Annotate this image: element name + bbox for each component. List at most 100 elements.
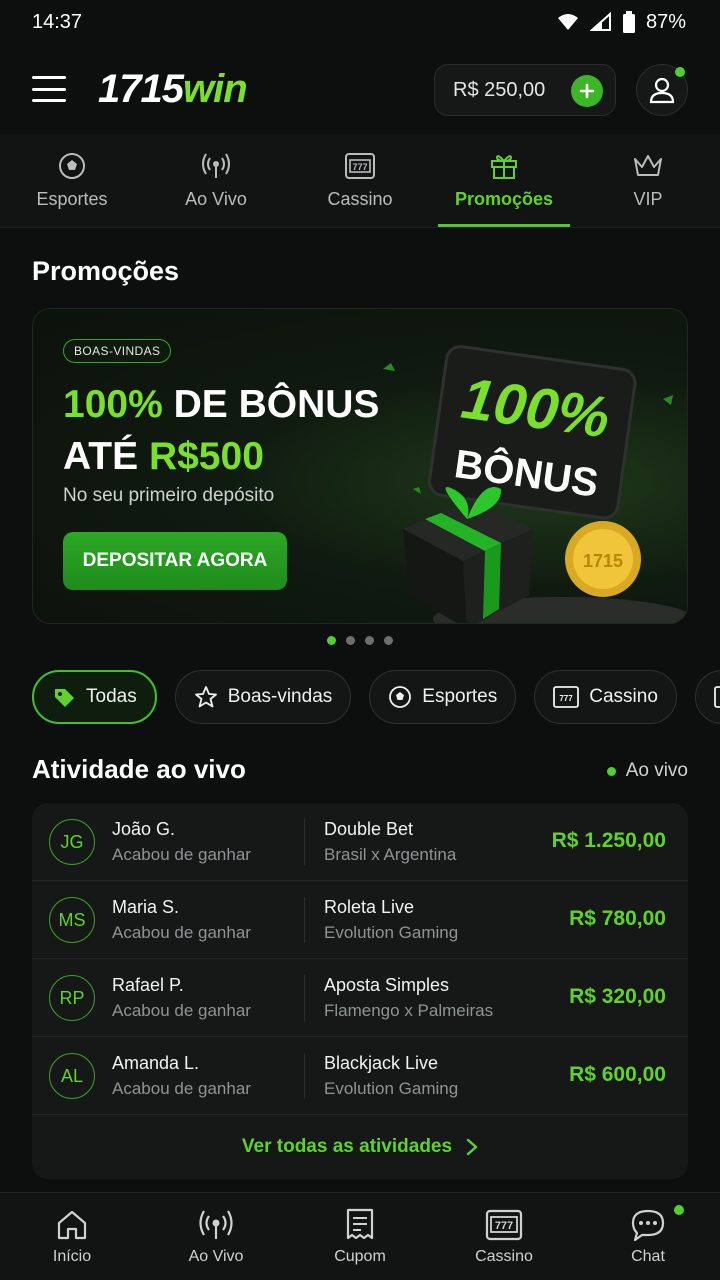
broadcast-icon [199, 1209, 233, 1239]
tab-label: Promoções [454, 189, 554, 209]
tab-label: Ao Vivo [185, 189, 247, 209]
bonus-gift-illustration: 100% BÔNUS 1715 [383, 345, 687, 623]
win-amount: R$ 320,00 [569, 985, 666, 1008]
tab-label: Esportes [36, 189, 108, 209]
nav-label: Chat [631, 1247, 665, 1265]
chip-cassino[interactable]: 777 Cassino [534, 670, 677, 724]
winner-name: João G. [112, 819, 176, 839]
broadcast-icon [202, 153, 230, 178]
nav-label: Cupom [334, 1247, 386, 1265]
activity-row[interactable]: MS Maria S. Acabou de ganhar Roleta Live… [32, 881, 688, 959]
chip-esportes[interactable]: Esportes [369, 670, 517, 724]
headline-ate: ATÉ [63, 435, 149, 478]
status-icons: 87% [556, 11, 686, 34]
battery-icon [622, 11, 635, 33]
tab-promocoes[interactable]: Promoções [432, 134, 576, 227]
nav-cupom[interactable]: Cupom [288, 1193, 432, 1280]
balance-pill[interactable]: R$ 250,00 [434, 64, 616, 116]
activity-row[interactable]: AL Amanda L. Acabou de ganhar Blackjack … [32, 1037, 688, 1115]
win-amount: R$ 600,00 [569, 1063, 666, 1086]
chip-label: Cassino [589, 686, 658, 707]
nav-cassino[interactable]: 777 Cassino [432, 1193, 576, 1280]
soccer-ball-icon [389, 686, 412, 708]
plus-icon [579, 83, 595, 99]
slot-machine-icon [714, 686, 720, 708]
nav-inicio[interactable]: Início [0, 1193, 144, 1280]
activity-title: Atividade ao vivo [32, 754, 246, 784]
activity-row[interactable]: RP Rafael P. Acabou de ganhar Aposta Sim… [32, 959, 688, 1037]
profile-button[interactable] [636, 64, 688, 116]
crown-icon [634, 155, 662, 176]
live-label: Ao vivo [625, 760, 688, 781]
winner-name: Rafael P. [112, 975, 184, 995]
divider [304, 1053, 305, 1099]
nav-label: Início [52, 1247, 92, 1265]
svg-text:777: 777 [352, 162, 367, 172]
balance-amount: R$ 250,00 [453, 78, 546, 101]
star-icon [194, 686, 217, 708]
game-detail: Brasil x Argentina [324, 845, 457, 864]
avatar: RP [49, 975, 95, 1021]
battery-level: 87% [645, 10, 686, 33]
win-amount: R$ 780,00 [569, 907, 666, 930]
divider [304, 819, 305, 865]
slot-machine-icon: 777 [485, 1209, 523, 1240]
winner-action: Acabou de ganhar [112, 1079, 251, 1098]
activity-row[interactable]: JG João G. Acabou de ganhar Double Bet B… [32, 803, 688, 881]
app-header: 1715win R$ 250,00 [0, 44, 720, 134]
slot-machine-icon: 777 [345, 153, 375, 179]
tab-label: Cassino [327, 189, 393, 209]
see-all-label: Ver todas as atividades [241, 1136, 453, 1157]
tab-esportes[interactable]: Esportes [0, 134, 144, 227]
game-name: Blackjack Live [324, 1053, 439, 1073]
winner-action: Acabou de ganhar [112, 923, 251, 942]
chevron-right-icon [466, 1138, 478, 1156]
carousel-dot[interactable] [327, 636, 336, 645]
chip-more[interactable] [694, 670, 720, 724]
carousel-dot[interactable] [346, 636, 355, 645]
ticket-icon [346, 1208, 374, 1239]
promo-headline: 100% DE BÔNUS ATÉ R$500 [63, 379, 379, 483]
divider [304, 897, 305, 943]
carousel-dot[interactable] [384, 636, 393, 645]
deposit-now-button[interactable]: DEPOSITAR AGORA [63, 532, 287, 590]
avatar: MS [49, 897, 95, 943]
carousel-dot[interactable] [365, 636, 374, 645]
see-all-activities-link[interactable]: Ver todas as atividades [32, 1115, 688, 1179]
status-bar: 14:37 87% [0, 0, 720, 44]
promo-banner[interactable]: BOAS-VINDAS 100% DE BÔNUS ATÉ R$500 No s… [32, 308, 688, 624]
bottom-nav: Início Ao Vivo Cupom 777 Cassino Chat [0, 1192, 720, 1280]
tab-vip[interactable]: VIP [576, 134, 720, 227]
nav-chat[interactable]: Chat [576, 1193, 720, 1280]
tab-ao-vivo[interactable]: Ao Vivo [144, 134, 288, 227]
add-funds-button[interactable] [571, 75, 603, 107]
avatar: AL [49, 1053, 95, 1099]
promo-badge: BOAS-VINDAS [63, 339, 172, 363]
headline-percent: 100% [63, 383, 163, 426]
game-name: Aposta Simples [324, 975, 450, 995]
online-indicator [675, 67, 685, 77]
wifi-icon [557, 14, 578, 30]
chip-boas-vindas[interactable]: Boas-vindas [174, 670, 352, 724]
game-detail: Evolution Gaming [324, 1079, 459, 1098]
logo-word: win [182, 66, 248, 111]
nav-label: Cassino [475, 1247, 533, 1265]
nav-ao-vivo[interactable]: Ao Vivo [144, 1193, 288, 1280]
game-detail: Flamengo x Palmeiras [324, 1001, 494, 1020]
signal-icon [589, 12, 611, 31]
headline-amount: R$500 [148, 435, 264, 478]
nav-label: Ao Vivo [188, 1247, 244, 1265]
winner-name: Maria S. [112, 897, 180, 917]
soccer-ball-icon [59, 153, 85, 179]
chip-label: Todas [86, 686, 137, 707]
brand-logo[interactable]: 1715win [98, 66, 248, 112]
chat-notification-dot [674, 1205, 684, 1215]
live-dot [606, 766, 616, 776]
chip-todas[interactable]: Todas [32, 670, 157, 724]
user-icon [649, 77, 675, 104]
activity-card: JG João G. Acabou de ganhar Double Bet B… [32, 803, 688, 1179]
tab-cassino[interactable]: 777 Cassino [288, 134, 432, 227]
hamburger-menu-icon[interactable] [32, 76, 66, 102]
chat-icon [631, 1209, 665, 1241]
chip-label: Esportes [422, 686, 498, 707]
